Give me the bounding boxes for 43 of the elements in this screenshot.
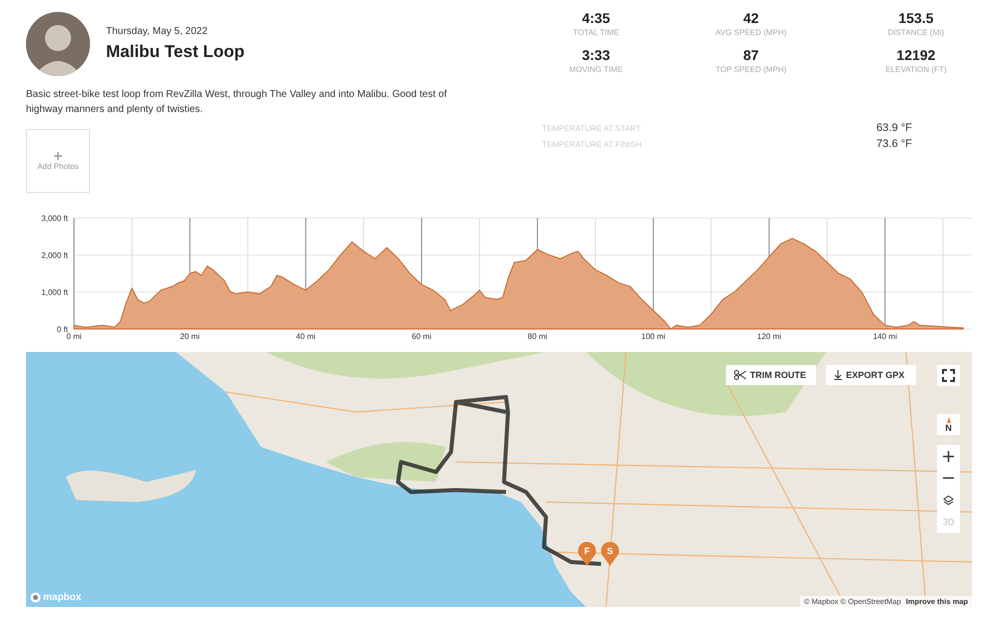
x-tick-label: 60 mi (412, 332, 432, 341)
mapbox-logo-text: mapbox (43, 592, 82, 603)
north-arrow-icon (946, 416, 950, 422)
fullscreen-button[interactable] (937, 365, 960, 386)
plus-icon (943, 450, 954, 462)
scissors-icon (734, 370, 746, 380)
stat-label: TOTAL TIME (573, 28, 619, 37)
minus-icon (943, 477, 954, 479)
stat-value: 87 (743, 47, 759, 63)
layers-icon (943, 494, 954, 506)
ride-date: Thursday, May 5, 2022 (106, 26, 209, 37)
x-tick-label: 140 mi (873, 332, 897, 341)
plus-icon (54, 152, 62, 160)
stat-value: 153.5 (898, 10, 934, 26)
y-tick-label: 1,000 ft (41, 288, 68, 297)
stat-label: DISTANCE (MI) (888, 28, 944, 37)
ride-title: Malibu Test Loop (106, 42, 245, 62)
download-icon (834, 370, 842, 380)
x-tick-label: 120 mi (757, 332, 782, 341)
mapbox-logo-icon (30, 592, 41, 603)
y-tick-label: 0 ft (56, 325, 68, 334)
stat-value: 3:33 (582, 47, 610, 63)
stat-label: TOP SPEED (MPH) (716, 65, 786, 74)
x-tick-label: 0 mi (66, 332, 82, 341)
stat-value: 12192 (896, 47, 936, 63)
stat-label: MOVING TIME (569, 65, 623, 74)
temperature-value: 73.6 °F (876, 138, 912, 150)
fullscreen-icon (942, 369, 955, 382)
y-tick-label: 3,000 ft (41, 214, 68, 223)
x-tick-label: 80 mi (528, 332, 548, 341)
stat-label: AVG SPEED (MPH) (716, 28, 786, 37)
x-tick-label: 100 mi (641, 332, 666, 341)
x-tick-label: 40 mi (296, 332, 316, 341)
stat-value: 4:35 (582, 10, 610, 26)
ride-description: Basic street-bike test loop from RevZilla West, through The Valley and into Malibu. Good test of highway manners and plenty of twisties. (26, 88, 448, 117)
trim-route-button[interactable]: TRIM ROUTE (726, 365, 816, 385)
x-tick-label: 20 mi (180, 332, 200, 341)
compass-button[interactable]: N (937, 414, 960, 435)
stat-value: 42 (743, 10, 759, 26)
temperature-value: 63.9 °F (876, 122, 912, 134)
y-tick-label: 2,000 ft (41, 251, 68, 260)
export-gpx-button[interactable]: EXPORT GPX (826, 365, 916, 385)
stat-label: ELEVATION (FT) (885, 65, 947, 74)
